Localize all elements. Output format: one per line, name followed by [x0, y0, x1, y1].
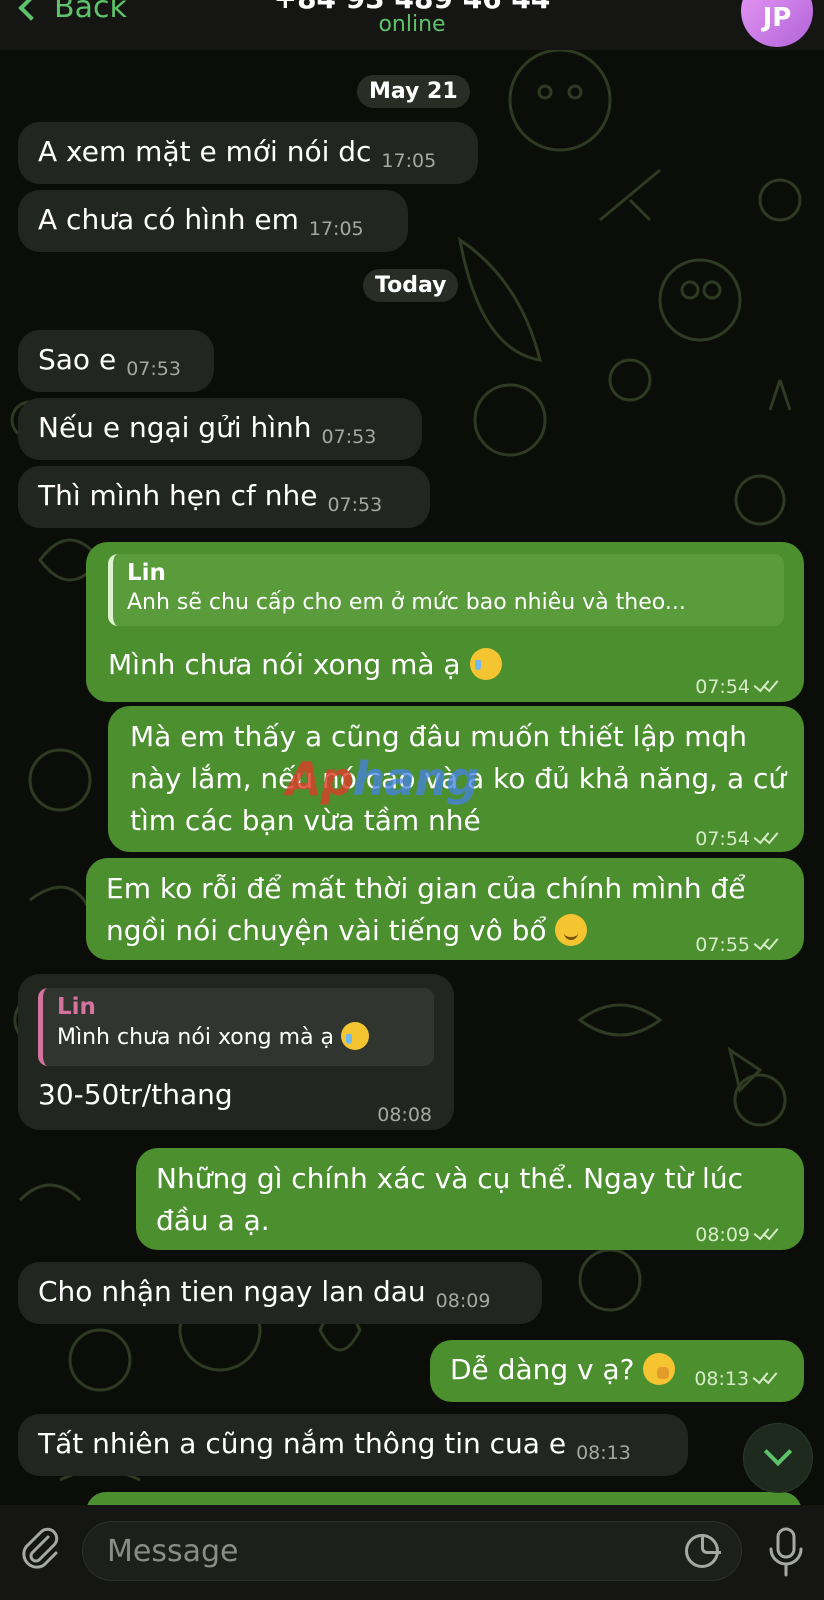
message-time: 07:53: [321, 426, 377, 448]
message-time: 17:05: [308, 218, 364, 240]
incoming-message[interactable]: Nếu e ngại gửi hình 07:53: [18, 398, 422, 460]
message-time: 07:54: [695, 828, 750, 850]
reply-text: Anh sẽ chu cấp cho em ở mức bao nhiêu và…: [127, 590, 686, 615]
scroll-down-icon: [763, 1437, 793, 1467]
attach-icon[interactable]: [18, 1525, 62, 1569]
incoming-message[interactable]: Thì mình hẹn cf nhe 07:53: [18, 466, 430, 528]
message-time: 07:53: [327, 494, 383, 516]
microphone-icon[interactable]: [766, 1525, 806, 1581]
read-receipt-icon: [753, 1373, 779, 1385]
watermark-part-2: hang: [352, 752, 479, 806]
crying-face-emoji: [341, 1022, 370, 1050]
message-time: 08:13: [694, 1368, 750, 1390]
watermark-part-1: Ap: [286, 752, 354, 806]
message-text: Những gì chính xác và cụ thể. Ngay từ lú…: [156, 1162, 752, 1237]
outgoing-message[interactable]: Lin Anh sẽ chu cấp cho em ở mức bao nhiê…: [86, 542, 804, 702]
scroll-to-bottom-button[interactable]: [743, 1423, 813, 1493]
contact-avatar[interactable]: JP: [741, 0, 813, 47]
face-with-hand-over-mouth-emoji: [643, 1353, 676, 1385]
message-placeholder: Message: [107, 1534, 239, 1569]
message-time: 08:08: [377, 1104, 432, 1126]
message-time: 07:55: [695, 934, 750, 956]
outgoing-message[interactable]: Em ko rỗi để mất thời gian của chính mìn…: [86, 858, 804, 960]
watermark-logo: Aphang: [286, 752, 479, 806]
read-receipt-icon: [754, 833, 780, 845]
reply-quote[interactable]: Lin Anh sẽ chu cấp cho em ở mức bao nhiê…: [108, 554, 784, 626]
sticker-icon[interactable]: [685, 1534, 721, 1568]
incoming-message[interactable]: A chưa có hình em 17:05: [18, 190, 408, 252]
message-text: Thì mình hẹn cf nhe: [38, 479, 318, 512]
read-receipt-icon: [754, 1229, 780, 1241]
reply-author: Lin: [57, 994, 96, 1020]
outgoing-message[interactable]: Dễ dàng v ạ? 08:13: [430, 1340, 804, 1402]
chat-header: Back +84 93 489 46 44 online JP: [0, 0, 824, 50]
reply-text: Mình chưa nói xong mà ạ: [57, 1025, 335, 1050]
incoming-message[interactable]: Sao e 07:53: [18, 330, 214, 392]
message-text: 30-50tr/thang: [38, 1078, 233, 1111]
message-text: A chưa có hình em: [38, 203, 299, 236]
message-text: Sao e: [38, 343, 117, 376]
smiling-face-emoji: [555, 914, 588, 946]
reply-quote[interactable]: Lin Mình chưa nói xong mà ạ: [38, 988, 434, 1066]
message-text: Em ko rỗi để mất thời gian của chính mìn…: [106, 872, 755, 947]
message-time: 08:13: [576, 1442, 631, 1464]
read-receipt-icon: [754, 939, 780, 951]
incoming-message[interactable]: A xem mặt e mới nói dc 17:05: [18, 122, 478, 184]
message-input[interactable]: Message: [82, 1521, 742, 1581]
message-time: 08:09: [695, 1224, 750, 1246]
message-text: Dễ dàng v ạ?: [450, 1353, 635, 1386]
date-separator: May 21: [357, 75, 470, 108]
read-receipt-icon: [754, 681, 780, 693]
avatar-initials: JP: [762, 3, 792, 33]
incoming-message[interactable]: Tất nhiên a cũng nắm thông tin cua e 08:1…: [18, 1414, 688, 1476]
message-composer: Message: [0, 1505, 824, 1600]
outgoing-message[interactable]: Những gì chính xác và cụ thể. Ngay từ lú…: [136, 1148, 804, 1250]
incoming-message[interactable]: Cho nhận tien ngay lan dau 08:09: [18, 1262, 542, 1324]
incoming-message[interactable]: Lin Mình chưa nói xong mà ạ 30-50tr/than…: [18, 974, 454, 1130]
message-text: Nếu e ngại gửi hình: [38, 411, 312, 444]
message-time: 07:53: [126, 358, 181, 380]
date-separator: Today: [363, 269, 459, 302]
message-time: 17:05: [381, 150, 437, 172]
crying-face-emoji: [469, 648, 502, 680]
contact-status: online: [378, 12, 446, 37]
message-time: 07:54: [695, 676, 750, 698]
message-time: 08:09: [435, 1290, 491, 1312]
message-text: Cho nhận tien ngay lan dau: [38, 1275, 426, 1308]
message-text: A xem mặt e mới nói dc: [38, 135, 372, 168]
reply-author: Lin: [127, 560, 166, 586]
message-text: Mình chưa nói xong mà ạ: [108, 648, 461, 681]
message-text: Tất nhiên a cũng nắm thông tin cua e: [38, 1427, 567, 1460]
